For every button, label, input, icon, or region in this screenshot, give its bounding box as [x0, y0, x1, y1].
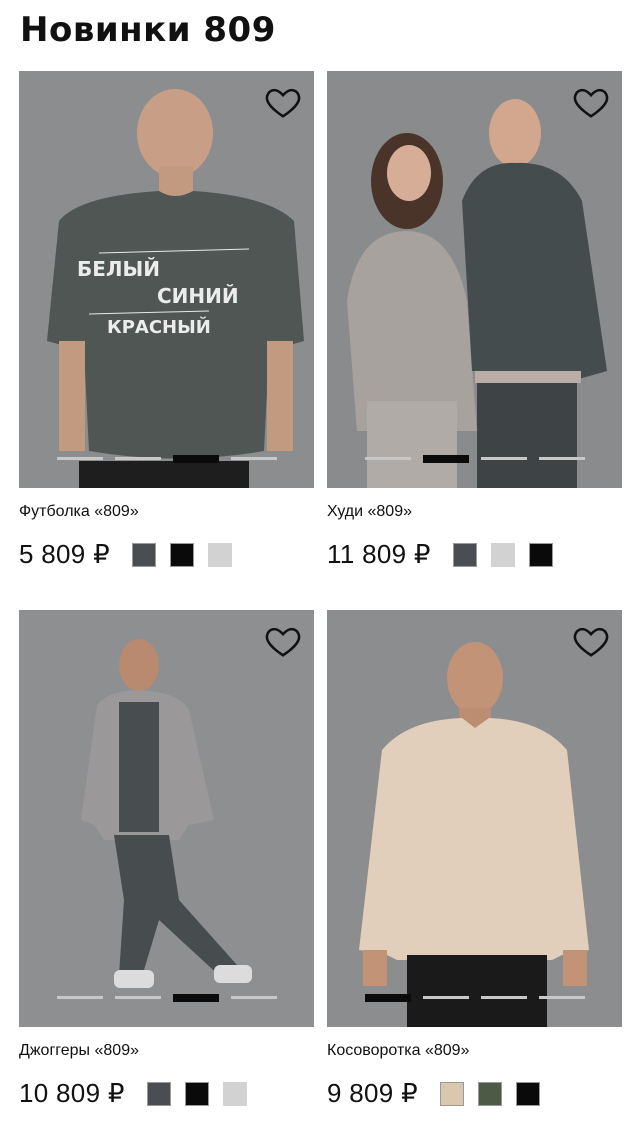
carousel-dot[interactable] [114, 996, 161, 999]
color-swatch[interactable] [490, 542, 515, 567]
carousel-dot[interactable] [422, 996, 469, 999]
carousel-dot[interactable] [480, 457, 527, 460]
color-swatch[interactable] [207, 542, 232, 567]
page-title: Новинки 809 [20, 10, 276, 50]
heart-outline-icon[interactable] [264, 83, 302, 121]
color-swatch[interactable] [528, 542, 553, 567]
color-swatches [439, 1081, 540, 1106]
carousel-dot[interactable] [480, 996, 527, 999]
product-name[interactable]: Косоворотка «809» [327, 1042, 469, 1060]
carousel-dot[interactable] [56, 996, 103, 999]
product-photo[interactable]: БЕЛЫЙ СИНИЙ КРАСНЫЙ [19, 71, 314, 488]
carousel-indicator[interactable] [19, 994, 314, 1002]
color-swatch[interactable] [452, 542, 477, 567]
color-swatch[interactable] [131, 542, 156, 567]
heart-outline-icon[interactable] [572, 622, 610, 660]
color-swatches [131, 542, 232, 567]
product-photo[interactable] [327, 71, 622, 488]
carousel-dot[interactable] [364, 457, 411, 460]
product-name[interactable]: Худи «809» [327, 503, 412, 521]
color-swatches [452, 542, 553, 567]
product-price: 10 809 ₽ [19, 1078, 125, 1108]
color-swatch[interactable] [184, 1081, 209, 1106]
carousel-dot-active[interactable] [172, 455, 219, 463]
color-swatch[interactable] [477, 1081, 502, 1106]
carousel-dot[interactable] [230, 996, 277, 999]
color-swatch[interactable] [222, 1081, 247, 1106]
heart-outline-icon[interactable] [572, 83, 610, 121]
product-name[interactable]: Футболка «809» [19, 503, 139, 521]
print-line: КРАСНЫЙ [107, 316, 211, 338]
print-line: БЕЛЫЙ [77, 257, 160, 281]
color-swatch[interactable] [439, 1081, 464, 1106]
carousel-indicator[interactable] [327, 994, 622, 1002]
carousel-dot[interactable] [56, 457, 103, 460]
product-photo[interactable] [327, 610, 622, 1027]
carousel-dot[interactable] [538, 457, 585, 460]
carousel-dot[interactable] [230, 457, 277, 460]
carousel-dot[interactable] [538, 996, 585, 999]
carousel-indicator[interactable] [327, 455, 622, 463]
heart-outline-icon[interactable] [264, 622, 302, 660]
color-swatch[interactable] [146, 1081, 171, 1106]
product-price: 9 809 ₽ [327, 1078, 418, 1108]
carousel-dot-active[interactable] [364, 994, 411, 1002]
print-line: СИНИЙ [157, 284, 239, 308]
carousel-dot-active[interactable] [172, 994, 219, 1002]
color-swatch[interactable] [515, 1081, 540, 1106]
color-swatch[interactable] [169, 542, 194, 567]
carousel-indicator[interactable] [19, 455, 314, 463]
product-name[interactable]: Джоггеры «809» [19, 1042, 139, 1060]
product-photo[interactable] [19, 610, 314, 1027]
carousel-dot-active[interactable] [422, 455, 469, 463]
carousel-dot[interactable] [114, 457, 161, 460]
product-price: 11 809 ₽ [327, 539, 431, 569]
product-price: 5 809 ₽ [19, 539, 110, 569]
color-swatches [146, 1081, 247, 1106]
